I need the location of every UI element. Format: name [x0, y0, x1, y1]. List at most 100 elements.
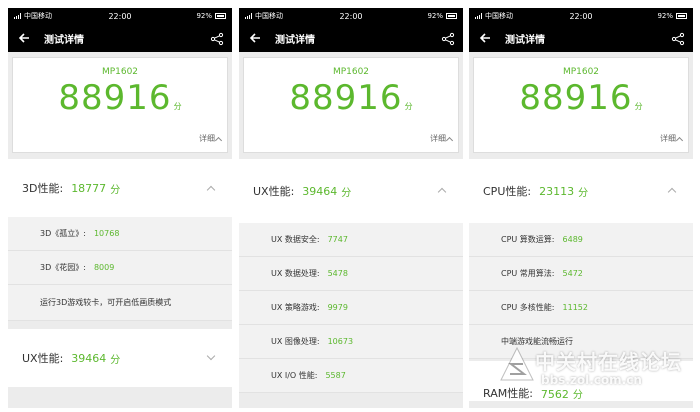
list-item: UX I/O 性能: 5587 [239, 359, 463, 393]
title-bar: 测试详情 [469, 24, 693, 52]
status-time: 22:00 [108, 11, 132, 21]
page-title: 测试详情 [44, 34, 84, 46]
detail-label: 详细 [199, 134, 215, 143]
battery-icon [446, 13, 457, 19]
chevron-up-icon [214, 136, 223, 144]
list-item: 3D《花园》: 8009 [8, 251, 232, 285]
list-item: UX 策略游戏: 9979 [239, 291, 463, 325]
list-item: CPU 常用算法: 5472 [469, 257, 693, 291]
section-cpu-items: CPU 算数运算: 6489 CPU 常用算法: 5472 CPU 多核性能: 111… [469, 223, 693, 359]
item-value: 11152 [562, 303, 588, 312]
detail-label: 详细 [430, 134, 446, 143]
item-label: CPU 算数运算: [501, 235, 555, 244]
signal-icon [245, 13, 252, 19]
item-label: CPU 常用算法: [501, 269, 555, 278]
chevron-up-icon [675, 136, 684, 144]
status-bar: 中国移动 22:00 92% [8, 8, 232, 24]
score-card: MP1602 88916 分 详细 [473, 57, 689, 153]
score-card: MP1602 88916 分 详细 [243, 57, 459, 153]
score-unit: 分 [173, 102, 182, 111]
back-arrow-icon[interactable] [16, 30, 32, 46]
chevron-up-icon [206, 185, 216, 195]
detail-toggle[interactable]: 详细 [199, 133, 223, 144]
section-score: 39464 [302, 184, 338, 198]
list-item: 3D《孤立》: 10768 [8, 217, 232, 251]
page-title: 测试详情 [505, 34, 545, 46]
battery-percent: 92% [196, 12, 212, 20]
item-value: 9979 [327, 303, 348, 312]
status-time: 22:00 [569, 11, 593, 21]
item-label: UX 策略游戏: [271, 303, 320, 312]
section-label: UX性能: [253, 185, 295, 198]
section-unit: 分 [110, 184, 121, 196]
back-arrow-icon[interactable] [247, 30, 263, 46]
item-value: 8009 [93, 263, 115, 272]
item-note: 中端游戏能流畅运行 [501, 337, 573, 346]
section-label: CPU性能: [483, 185, 532, 198]
section-ux-header[interactable]: UX性能: 39464 分 [239, 159, 463, 223]
section-unit: 分 [110, 354, 121, 366]
score-unit: 分 [634, 102, 643, 111]
battery-percent: 92% [427, 12, 443, 20]
battery-icon [676, 13, 687, 19]
status-time: 22:00 [339, 11, 363, 21]
item-label: UX 数据安全: [271, 235, 320, 244]
share-icon[interactable] [671, 31, 685, 46]
score-unit: 分 [404, 102, 413, 111]
section-ux-items: UX 数据安全: 7747 UX 数据处理: 5478 UX 策略游戏: 9979 U… [239, 223, 463, 393]
section-3d-header[interactable]: 3D性能: 18777 分 [8, 159, 232, 217]
item-value: 5472 [562, 269, 583, 278]
page-title: 测试详情 [275, 34, 315, 46]
list-item: UX 数据安全: 7747 [239, 223, 463, 257]
detail-toggle[interactable]: 详细 [660, 133, 684, 144]
section-cpu-header[interactable]: CPU性能: 23113 分 [469, 159, 693, 223]
share-icon[interactable] [441, 31, 455, 46]
detail-toggle[interactable]: 详细 [430, 133, 454, 144]
section-unit: 分 [572, 390, 583, 401]
list-item: 运行3D游戏较卡，可开启低画质模式 [8, 285, 232, 321]
section-label: 3D性能: [22, 182, 64, 195]
item-label: UX I/O 性能: [271, 371, 318, 380]
battery-percent: 92% [657, 12, 673, 20]
section-score: 18777 [71, 181, 107, 195]
item-note: 运行3D游戏较卡，可开启低画质模式 [40, 298, 172, 307]
item-value: 10673 [327, 337, 354, 346]
carrier-label: 中国移动 [255, 12, 283, 20]
section-label: UX性能: [22, 352, 64, 365]
section-label: RAM性能: [483, 387, 533, 400]
total-score: 88916 [519, 78, 633, 118]
item-label: CPU 多核性能: [501, 303, 555, 312]
device-model: MP1602 [332, 67, 370, 77]
phone-screen-3: 中国移动 22:00 92% 测试详情 MP1602 88916 分 详细 CPU… [469, 8, 693, 408]
item-value: 7747 [327, 235, 348, 244]
title-bar: 测试详情 [8, 24, 232, 52]
item-label: 3D《花园》: [40, 263, 86, 272]
back-arrow-icon[interactable] [477, 30, 493, 46]
status-bar: 中国移动 22:00 92% [239, 8, 463, 24]
list-item: 中端游戏能流畅运行 [469, 325, 693, 359]
total-score: 88916 [289, 78, 403, 118]
item-label: 3D《孤立》: [40, 229, 86, 238]
section-score: 39464 [71, 351, 107, 365]
item-value: 6489 [562, 235, 583, 244]
chevron-up-icon [437, 187, 447, 197]
chevron-up-icon [667, 187, 677, 197]
share-icon[interactable] [210, 31, 224, 46]
item-label: UX 数据处理: [271, 269, 320, 278]
item-value: 5587 [325, 371, 346, 380]
carrier-label: 中国移动 [485, 12, 513, 20]
section-unit: 分 [341, 187, 352, 199]
total-score: 88916 [58, 78, 172, 118]
device-model: MP1602 [562, 67, 600, 77]
section-score: 23113 [539, 184, 575, 198]
section-ram-header[interactable]: RAM性能: 7562 分 [469, 361, 693, 401]
phone-screen-2: 中国移动 22:00 92% 测试详情 MP1602 88916 分 详细 UX性… [239, 8, 463, 408]
section-ux-header[interactable]: UX性能: 39464 分 [8, 329, 232, 387]
list-item: CPU 算数运算: 6489 [469, 223, 693, 257]
signal-icon [475, 13, 482, 19]
chevron-up-icon [445, 136, 454, 144]
item-value: 5478 [327, 269, 348, 278]
device-model: MP1602 [101, 67, 139, 77]
list-item: UX 数据处理: 5478 [239, 257, 463, 291]
phone-screen-1: 中国移动 22:00 92% 测试详情 MP1602 88916 分 详细 3D性… [8, 8, 232, 408]
